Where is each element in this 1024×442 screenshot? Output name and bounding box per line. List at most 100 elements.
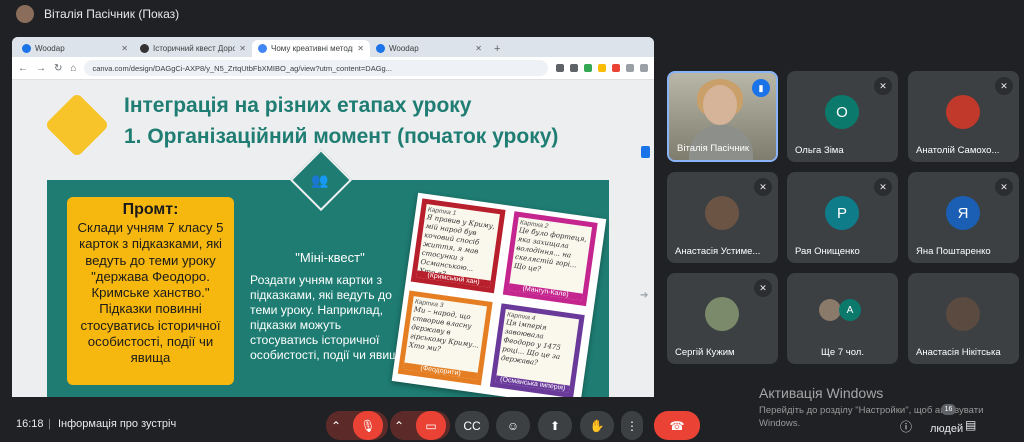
more-options-button[interactable]: ⋮ [621, 411, 643, 440]
mini-quest-body: Роздати учням картки з підказками, які в… [250, 273, 406, 362]
tab-canva[interactable]: Чому креативні методи навчання✕ [252, 40, 370, 57]
avatar: О [825, 95, 859, 129]
avatar [946, 297, 980, 331]
translate-icon[interactable] [556, 64, 564, 72]
more-participants-tile[interactable]: А Ще 7 чол. [787, 273, 898, 364]
woodap-icon [22, 44, 31, 53]
participant-tile[interactable]: Анастасія Нікітська [908, 273, 1019, 364]
mic-off-icon: ✕ [995, 77, 1013, 95]
side-panel-handle[interactable] [641, 146, 650, 158]
camera-off-icon[interactable]: ▭ [416, 411, 447, 440]
diamond-decoration [44, 92, 110, 158]
menu-icon[interactable] [640, 64, 648, 72]
avatar: Я [946, 196, 980, 230]
participant-tile[interactable]: ✕ Анатолій Самохо... [908, 71, 1019, 162]
captions-button[interactable]: CC [455, 411, 489, 440]
pin-icon[interactable]: ➔ [640, 290, 648, 301]
avatar: А [839, 299, 861, 321]
card-3: Картка 3 Ми – народ, що створив власну д… [397, 290, 493, 386]
mic-control[interactable]: ⌃ 🎙 [326, 411, 388, 440]
reload-icon[interactable]: ↻ [54, 63, 62, 74]
site-icon [140, 44, 149, 53]
mini-quest-heading: "Міні-квест" [295, 250, 365, 265]
address-bar-row: ← → ↻ ⌂ canva.com/design/DAGgCi-AXP8/y_N… [12, 57, 654, 80]
phone-hangup-icon: ☎ [669, 418, 685, 433]
mic-off-icon: ✕ [995, 178, 1013, 196]
meet-window: Віталія Пасічник (Показ) Woodap ✕ Історич… [0, 0, 1024, 442]
extensions-toolbar [556, 64, 648, 72]
close-icon[interactable]: ✕ [121, 44, 128, 53]
prompt-heading: Промт: [122, 201, 179, 218]
emoji-icon: ☺ [506, 418, 520, 433]
present-button[interactable]: ⬆ [538, 411, 572, 440]
tab-woodap-1[interactable]: Woodap ✕ [16, 40, 134, 57]
separator: | [48, 418, 51, 430]
people-icon: 👥 [311, 172, 329, 188]
tab-quest[interactable]: Історичний квест Дорошенка✕ [134, 40, 252, 57]
forward-icon[interactable]: → [36, 63, 46, 74]
extension-icon[interactable] [584, 64, 592, 72]
emoji-button[interactable]: ☺ [496, 411, 530, 440]
chevron-up-icon[interactable]: ⌃ [394, 419, 404, 433]
slide-title: Інтеграція на різних етапах уроку 1. Орг… [124, 94, 559, 148]
raise-hand-button[interactable]: ✋ [580, 411, 614, 440]
meeting-info-link[interactable]: Інформація про зустріч [58, 418, 176, 430]
avatar: Р [825, 196, 859, 230]
avatar [946, 95, 980, 129]
leave-call-button[interactable]: ☎ [654, 411, 700, 440]
puzzle-icon[interactable] [626, 64, 634, 72]
card-2: Картка 2 Це було фортеця, яка захищала в… [502, 211, 598, 307]
more-vert-icon: ⋮ [626, 418, 638, 433]
speaking-icon: ▮ [752, 79, 770, 97]
avatar [705, 297, 739, 331]
prompt-box: Промт: Склади учням 7 класу 5 карток з п… [67, 197, 234, 385]
woodap-icon [376, 44, 385, 53]
present-icon: ⬆ [549, 418, 561, 433]
mic-off-icon: ✕ [874, 178, 892, 196]
extension-icon[interactable] [612, 64, 620, 72]
canva-icon [258, 44, 267, 53]
participant-tile-presenter[interactable]: ▮ Віталія Пасічник [667, 71, 778, 162]
mic-off-icon: ✕ [754, 279, 772, 297]
windows-activation-subtitle: Перейдіть до розділу "Настройки", щоб ак… [759, 405, 984, 429]
close-icon[interactable]: ✕ [357, 44, 364, 53]
url-field[interactable]: canva.com/design/DAGgCi-AXP8/y_N5_ZrtqUt… [84, 60, 548, 76]
meeting-time: 16:18 [16, 418, 44, 430]
participant-tile[interactable]: ✕ Анастасія Устиме... [667, 172, 778, 263]
extension-icon[interactable] [598, 64, 606, 72]
mic-off-icon[interactable]: 🎙 [353, 411, 384, 440]
back-icon[interactable]: ← [18, 63, 28, 74]
close-icon[interactable]: ✕ [239, 44, 246, 53]
new-tab-button[interactable]: + [488, 43, 506, 57]
hand-icon: ✋ [589, 418, 605, 433]
presentation-slide: Інтеграція на різних етапах уроку 1. Орг… [12, 80, 654, 397]
presenter-title: Віталія Пасічник (Показ) [44, 7, 180, 21]
tab-woodap-2[interactable]: Woodap ✕ [370, 40, 488, 57]
participant-tile[interactable]: ✕ Р Рая Онищенко [787, 172, 898, 263]
home-icon[interactable]: ⌂ [70, 63, 76, 74]
captions-icon: CC [463, 418, 481, 433]
people-label[interactable]: людей [930, 423, 963, 435]
windows-activation-title: Активація Windows [759, 385, 884, 401]
participant-tile[interactable]: ✕ Сергій Кужим [667, 273, 778, 364]
avatar [705, 196, 739, 230]
bookmark-icon[interactable] [570, 64, 578, 72]
prompt-body: Склади учням 7 класу 5 карток з підказка… [77, 220, 224, 366]
participant-tile[interactable]: ✕ О Ольга Зіма [787, 71, 898, 162]
shared-screen-browser: Woodap✕ Історичний квест Дорошенка✕ Чому… [12, 37, 654, 397]
avatar [16, 5, 34, 23]
participant-tile[interactable]: ✕ Я Яна Поштаренко [908, 172, 1019, 263]
close-icon[interactable]: ✕ [475, 44, 482, 53]
presenter-bar: Віталія Пасічник (Показ) [0, 0, 1024, 28]
avatar [819, 299, 841, 321]
chat-icon[interactable]: ▤ [965, 418, 976, 432]
chevron-up-icon[interactable]: ⌃ [331, 419, 341, 433]
card-4: Картка 4 Ця імперія завоювала Феодоро у … [489, 303, 585, 397]
cards-collage: Картка 1 Я правив у Криму, мій народ був… [391, 192, 607, 397]
people-count-badge: 16 [941, 404, 956, 415]
mini-quest: "Міні-квест" Роздати учням картки з підк… [250, 250, 410, 363]
info-icon[interactable]: ⓘ [900, 418, 912, 435]
mic-off-icon: ✕ [754, 178, 772, 196]
tab-strip: Woodap✕ Історичний квест Дорошенка✕ Чому… [12, 37, 654, 57]
camera-control[interactable]: ⌃ ▭ [390, 411, 450, 440]
